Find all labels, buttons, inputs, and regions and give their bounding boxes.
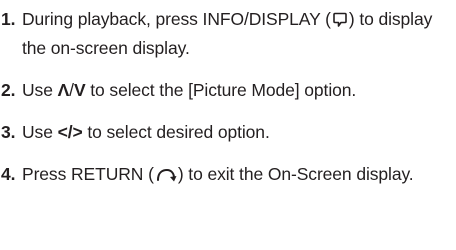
step-3: 3. Use </> to select desired option. — [0, 119, 456, 145]
step-text-after: to select desired option. — [82, 122, 270, 142]
step-text-before: During playback, press INFO/DISPLAY ( — [22, 9, 331, 29]
step-text-before: Use — [22, 80, 58, 100]
return-arrow-icon — [155, 164, 177, 190]
step-text-before: Press RETURN ( — [22, 164, 154, 184]
step-number: 2. — [1, 80, 16, 100]
step-2: 2. Use Λ/V to select the [Picture Mode] … — [0, 77, 456, 103]
up-arrow-symbol: Λ — [57, 80, 70, 100]
step-4: 4. Press RETURN ( ) to exit the On-Screen… — [0, 161, 456, 190]
step-number: 4. — [1, 164, 16, 184]
left-right-arrows-symbol: </> — [57, 122, 83, 142]
down-arrow-symbol: V — [73, 80, 86, 100]
step-text-after: to select the [Picture Mode] option. — [85, 80, 357, 100]
step-number: 3. — [1, 122, 16, 142]
step-1: 1. During playback, press INFO/DISPLAY (… — [0, 6, 456, 61]
step-text-after: ) to exit the On-Screen display. — [177, 164, 414, 184]
step-number: 1. — [1, 9, 16, 29]
instruction-steps: 1. During playback, press INFO/DISPLAY (… — [0, 6, 456, 190]
info-display-icon — [332, 9, 348, 35]
step-text-before: Use — [22, 122, 58, 142]
